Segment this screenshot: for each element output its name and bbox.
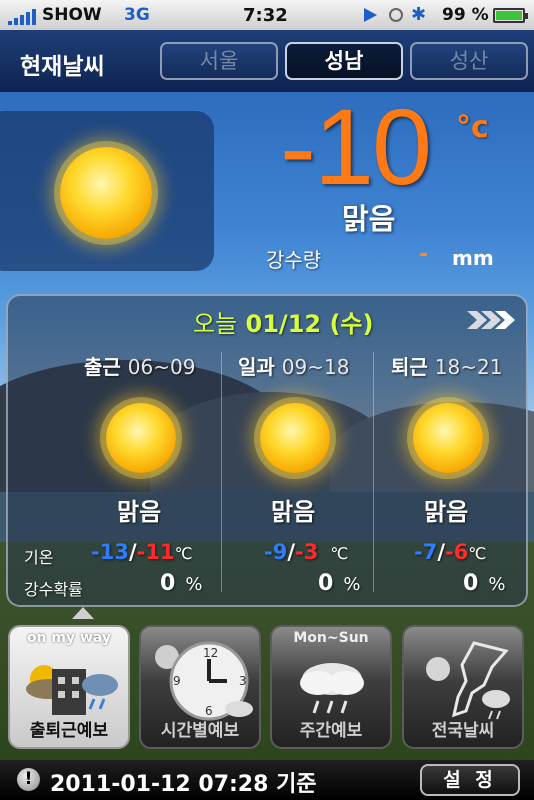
current-condition: 맑음 (342, 202, 396, 236)
clock-weather-icon: 12 9 3 6 (155, 641, 253, 721)
precip-prob-value: 0 (160, 571, 176, 596)
tab-label: 전국날씨 (431, 721, 495, 741)
period-hours: 18~21 (434, 355, 503, 379)
carrier-name: SHOW (42, 5, 102, 25)
period-temperature: -7/-6℃ (414, 540, 487, 564)
precipitation-value: - (419, 242, 429, 267)
high-temp: -3 (295, 540, 319, 564)
tab-hourly-forecast[interactable]: 12 9 3 6 시간별예보 (139, 625, 261, 749)
battery-icon (493, 8, 528, 23)
signal-icon (8, 9, 36, 25)
current-weather-icon-panel (0, 111, 214, 271)
tab-top-caption: Mon~Sun (293, 630, 369, 646)
low-temp: -13 (91, 540, 129, 564)
tab-commute-forecast[interactable]: on my way 출퇴근예보 (8, 625, 130, 749)
today-label: 오늘 (193, 310, 238, 338)
high-temp: -6 (445, 540, 469, 564)
svg-text:3: 3 (239, 674, 247, 688)
period-temperature: -13/-11℃ (91, 540, 193, 564)
period-precip-prob: 0% (318, 571, 360, 596)
precip-prob-unit: % (343, 574, 361, 595)
play-icon (364, 8, 377, 22)
period-hours: 09~18 (281, 355, 350, 379)
tab-label: 주간예보 (299, 721, 363, 741)
precipitation-unit: mm (452, 246, 494, 270)
high-temp: -11 (136, 540, 175, 564)
active-tab-pointer (72, 607, 94, 619)
battery-percent: 99 % (442, 5, 489, 25)
network-type: 3G (124, 5, 150, 25)
tab-top-caption: on my way (26, 630, 112, 646)
settings-button[interactable]: 설 정 (420, 764, 520, 796)
today-date: 01/12 (수) (245, 310, 374, 338)
period-name: 일과 (238, 355, 275, 379)
precipitation-label: 강수량 (266, 248, 322, 272)
sun-icon (106, 403, 176, 473)
svg-text:12: 12 (203, 646, 218, 660)
degree-unit: ℃ (174, 544, 193, 563)
update-timestamp: 2011-01-12 07:28 기준 (50, 772, 317, 797)
city-tab-seongsan[interactable]: 성산 (410, 42, 528, 80)
period-name: 출근 (84, 355, 121, 379)
period-condition: 맑음 (271, 498, 316, 526)
commute-weather-icon (26, 665, 118, 715)
city-tab-seoul[interactable]: 서울 (160, 42, 278, 80)
column-divider (373, 352, 374, 592)
period-precip-prob: 0% (160, 571, 202, 596)
period-commute-evening: 퇴근 18~21 (391, 351, 502, 380)
page-title: 현재날씨 (20, 54, 105, 80)
precip-prob-unit: % (488, 574, 506, 595)
temperature-unit: °c (456, 110, 489, 145)
period-condition: 맑음 (424, 498, 469, 526)
info-icon[interactable]: ! (17, 768, 40, 791)
degree-unit: ℃ (468, 544, 487, 563)
tab-weekly-forecast[interactable]: Mon~Sun 주간예보 (270, 625, 392, 749)
precip-prob-value: 0 (318, 571, 334, 596)
sun-icon (413, 403, 483, 473)
footer-bar: ! 2011-01-12 07:28 기준 설 정 (0, 760, 534, 800)
tab-label: 시간별예보 (160, 721, 240, 741)
header-bar: 현재날씨 서울 성남 성산 (0, 30, 534, 92)
current-temperature: -10 (280, 86, 432, 207)
period-name: 퇴근 (391, 355, 428, 379)
period-hours: 06~09 (127, 355, 196, 379)
precip-prob-value: 0 (463, 571, 479, 596)
rain-cloud-icon (300, 663, 364, 714)
status-bar: SHOW 3G 7:32 ✱ 99 % (0, 0, 534, 30)
sun-icon (60, 147, 152, 239)
city-tab-seongnam[interactable]: 성남 (285, 42, 403, 80)
temperature-row-label: 기온 (24, 548, 54, 567)
alarm-clock-icon (389, 8, 403, 22)
tab-national-weather[interactable]: 전국날씨 (402, 625, 524, 749)
today-header: 오늘 01/12 (수) (193, 304, 373, 339)
column-divider (221, 352, 222, 592)
period-condition: 맑음 (117, 498, 162, 526)
period-daytime: 일과 09~18 (238, 351, 349, 380)
sun-icon (260, 403, 330, 473)
svg-text:9: 9 (173, 674, 181, 688)
period-precip-prob: 0% (463, 571, 505, 596)
period-commute-morning: 출근 06~09 (84, 351, 195, 380)
status-time: 7:32 (243, 5, 288, 26)
korea-map-weather-icon (426, 641, 510, 720)
precip-prob-row-label: 강수확률 (24, 580, 83, 599)
low-temp: -7 (414, 540, 438, 564)
low-temp: -9 (264, 540, 288, 564)
bluetooth-icon: ✱ (411, 4, 427, 25)
period-temperature: -9/-3 ℃ (264, 540, 349, 564)
precip-prob-unit: % (185, 574, 203, 595)
next-day-arrows-icon[interactable] (467, 309, 517, 331)
tab-label: 출퇴근예보 (29, 721, 109, 741)
degree-unit: ℃ (330, 544, 349, 563)
